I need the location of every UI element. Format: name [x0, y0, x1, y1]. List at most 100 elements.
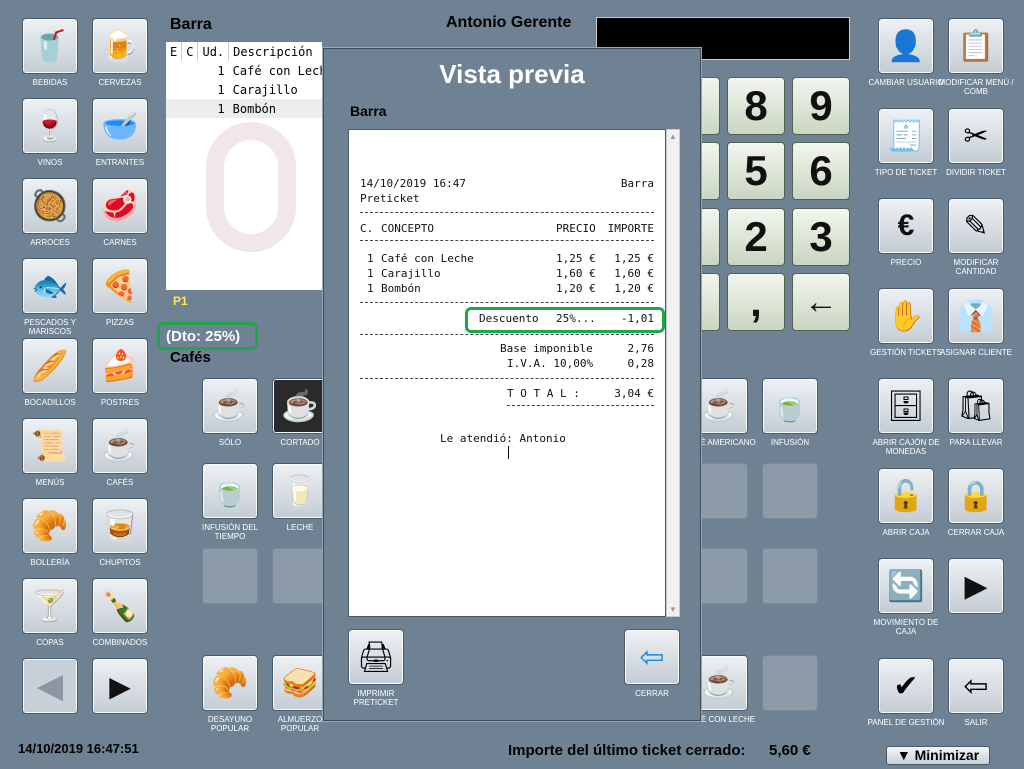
action-button[interactable]: 🛍: [948, 378, 1004, 434]
action-button[interactable]: ✂: [948, 108, 1004, 164]
scroll-down-icon[interactable]: ▼: [669, 605, 677, 614]
product-button[interactable]: 🥐: [202, 655, 258, 711]
empty-product-slot: [202, 548, 258, 604]
action-button[interactable]: 🔄: [878, 558, 934, 614]
prev-page-button[interactable]: ◀: [22, 658, 78, 714]
action-button[interactable]: €: [878, 198, 934, 254]
order-qty: 1: [217, 63, 225, 78]
ticket-management-icon: ✋: [887, 299, 925, 333]
ticket-col-amount: IMPORTE: [607, 222, 654, 235]
order-row[interactable]: 1 Café con Leche: [166, 61, 338, 80]
assign-customer-icon: 👔: [957, 299, 995, 333]
espresso-cup-icon: ☕: [211, 389, 249, 423]
category-button[interactable]: 🥩: [92, 178, 148, 234]
keypad-key[interactable]: 3: [792, 208, 850, 266]
category-button[interactable]: 🐟: [22, 258, 78, 314]
keypad-key[interactable]: 2: [727, 208, 785, 266]
product-button[interactable]: 🍵: [762, 378, 818, 434]
dialog-section: Barra: [350, 103, 387, 119]
cake-icon: 🍰: [101, 349, 139, 383]
category-title: Cafés: [170, 349, 211, 366]
product-button[interactable]: 🥪: [272, 655, 328, 711]
category-button[interactable]: 🥤: [22, 18, 78, 74]
keypad-key[interactable]: 5: [727, 142, 785, 200]
preview-dialog: Vista previa Barra 14/10/2019 16:47 Barr…: [323, 48, 701, 721]
action-button[interactable]: ✋: [878, 288, 934, 344]
category-button[interactable]: 🥃: [92, 498, 148, 554]
ticket-line-amount: 1,20 €: [614, 282, 654, 295]
order-row[interactable]: 1 Carajillo: [166, 80, 338, 99]
category-label: CAFÉS: [106, 478, 134, 487]
last-ticket-amount: 5,60 €: [769, 742, 811, 759]
action-button[interactable]: ✔: [878, 658, 934, 714]
product-button[interactable]: ☕: [272, 378, 328, 434]
ticket-line-qty: 1: [367, 267, 374, 280]
ticket-total-label: T O T A L :: [507, 387, 580, 400]
keypad-key[interactable]: 9: [792, 77, 850, 135]
safe-open-icon: 🔓: [887, 479, 925, 513]
scroll-up-icon[interactable]: ▲: [669, 132, 677, 141]
category-button[interactable]: 🥐: [22, 498, 78, 554]
ticket-separator: [360, 334, 654, 335]
bottles-icon: 🍾: [101, 589, 139, 623]
category-button[interactable]: 🍾: [92, 578, 148, 634]
ticket-discount-label: Descuento: [479, 312, 539, 325]
col-ud: Ud.: [197, 42, 230, 61]
ticket-separator: [360, 302, 654, 303]
category-button[interactable]: 🍰: [92, 338, 148, 394]
ticket-discount-amount: -1,01: [620, 312, 654, 325]
keypad-key[interactable]: ,: [727, 273, 785, 331]
ticket-line-amount: 1,60 €: [614, 267, 654, 280]
preview-scrollbar[interactable]: ▲ ▼: [666, 129, 680, 617]
print-preticket-button[interactable]: 🖨: [348, 629, 404, 685]
category-button[interactable]: 🥘: [22, 178, 78, 234]
ticket-served-by: Le atendió: Antonio: [440, 432, 566, 445]
category-button[interactable]: ☕: [92, 418, 148, 474]
col-c: C: [181, 42, 199, 61]
category-button[interactable]: 🍕: [92, 258, 148, 314]
meat-icon: 🥩: [101, 189, 139, 223]
cortado-cup-icon: ☕: [281, 389, 319, 423]
action-button[interactable]: 👔: [948, 288, 1004, 344]
action-button[interactable]: 🗄: [878, 378, 934, 434]
product-button[interactable]: ☕: [202, 378, 258, 434]
action-button[interactable]: 📋: [948, 18, 1004, 74]
category-button[interactable]: 🥣: [92, 98, 148, 154]
action-label: MODIFICAR MENÚ / COMB: [938, 78, 1014, 96]
ticket-base-amount: 2,76: [627, 342, 655, 355]
print-preticket-label: IMPRIMIR PRETICKET: [353, 689, 399, 707]
last-ticket-label: Importe del último ticket cerrado:: [508, 742, 746, 759]
category-button[interactable]: 📜: [22, 418, 78, 474]
category-button[interactable]: 🥖: [22, 338, 78, 394]
keypad-key[interactable]: 6: [792, 142, 850, 200]
minimize-button[interactable]: ▼ Minimizar: [886, 746, 990, 765]
keypad-key[interactable]: 8: [727, 77, 785, 135]
backspace-key[interactable]: ←: [792, 273, 850, 331]
action-button[interactable]: ▶: [948, 558, 1004, 614]
action-button[interactable]: 🧾: [878, 108, 934, 164]
ticket-separator: [360, 240, 654, 241]
order-row-selected[interactable]: 1 Bombón: [166, 99, 338, 118]
ticket-type: Preticket: [360, 192, 420, 205]
category-label: CHUPITOS: [99, 558, 141, 567]
croissant-icon: 🥐: [31, 509, 69, 543]
action-button[interactable]: ⇦: [948, 658, 1004, 714]
action-button[interactable]: 🔒: [948, 468, 1004, 524]
close-dialog-button[interactable]: ⇦: [624, 629, 680, 685]
action-button[interactable]: ✎: [948, 198, 1004, 254]
product-button[interactable]: 🥛: [272, 463, 328, 519]
category-button[interactable]: 🍺: [92, 18, 148, 74]
action-button[interactable]: 🔓: [878, 468, 934, 524]
drink-glass-icon: 🥤: [31, 29, 69, 63]
pizza-icon: 🍕: [101, 269, 139, 303]
coffee-cup-icon: ☕: [101, 429, 139, 463]
cash-drawer-icon: 🗄: [886, 389, 926, 423]
action-button[interactable]: 👤: [878, 18, 934, 74]
empty-product-slot: [762, 655, 818, 711]
category-button[interactable]: 🍷: [22, 98, 78, 154]
order-header-row: E C Ud. Descripción: [166, 42, 338, 61]
milk-glass-icon: 🥛: [281, 474, 319, 508]
next-category-button[interactable]: ▶: [92, 658, 148, 714]
category-button[interactable]: 🍸: [22, 578, 78, 634]
product-button[interactable]: 🍵: [202, 463, 258, 519]
